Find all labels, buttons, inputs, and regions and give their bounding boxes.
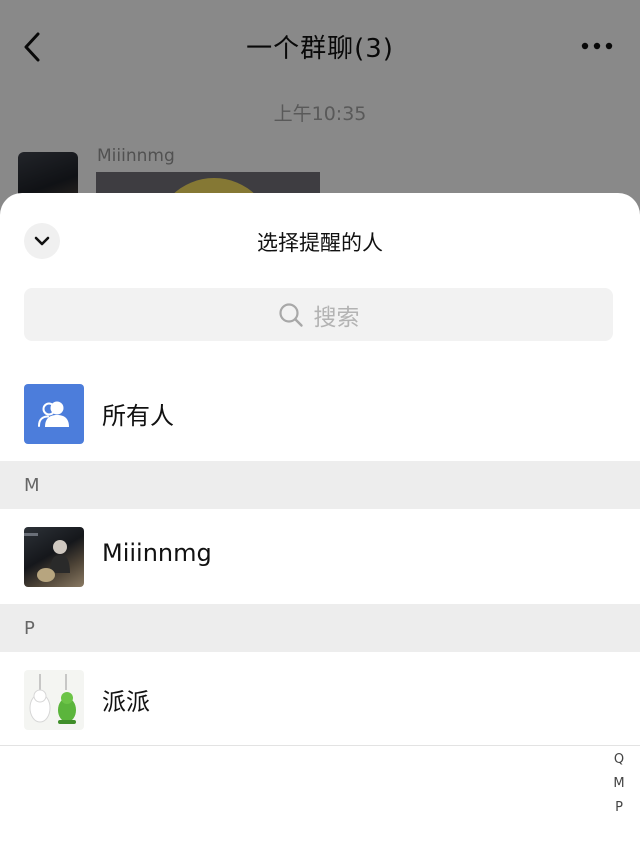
alphabet-index-bar[interactable]: Q M P bbox=[608, 748, 630, 820]
member-name: Miiinnmg bbox=[102, 539, 212, 567]
index-item-p[interactable]: P bbox=[615, 796, 623, 820]
everyone-label: 所有人 bbox=[102, 402, 174, 430]
section-letter: P bbox=[24, 618, 35, 639]
section-header: P bbox=[0, 604, 640, 652]
avatar bbox=[24, 527, 84, 587]
avatar-keychain-icon bbox=[29, 674, 76, 724]
list-item-member[interactable]: Miiinnmg bbox=[0, 509, 640, 604]
list-item-everyone[interactable]: 所有人 bbox=[0, 366, 640, 461]
mention-picker-sheet: 选择提醒的人 搜索 所有人 M Miiinnmg P 派派 Q M P bbox=[0, 193, 640, 844]
section-letter: M bbox=[24, 475, 40, 496]
group-icon bbox=[38, 401, 69, 427]
index-item-m[interactable]: M bbox=[613, 772, 624, 796]
divider bbox=[0, 745, 640, 746]
everyone-avatar bbox=[24, 384, 84, 444]
index-item-search[interactable]: Q bbox=[614, 748, 624, 772]
search-icon bbox=[278, 302, 303, 327]
list-item-member[interactable]: 派派 bbox=[0, 652, 640, 747]
avatar bbox=[24, 670, 84, 730]
sheet-title: 选择提醒的人 bbox=[257, 231, 383, 255]
section-header: M bbox=[0, 461, 640, 509]
member-name: 派派 bbox=[102, 688, 150, 716]
avatar-photo-icon bbox=[24, 533, 70, 582]
search-placeholder: 搜索 bbox=[313, 304, 360, 331]
screen: 一个群聊(3) 上午10:35 Miiinnmg 选择提醒的人 搜索 所有人 M… bbox=[0, 0, 640, 844]
search-input[interactable]: 搜索 bbox=[24, 288, 613, 341]
